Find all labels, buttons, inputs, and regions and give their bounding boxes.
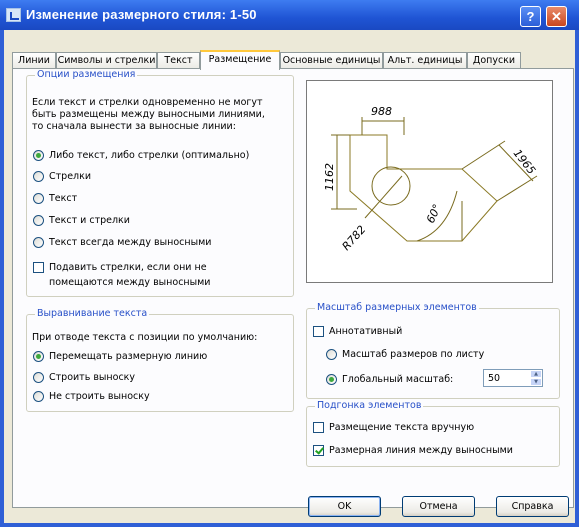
text-placement-subtitle: При отводе текста с позиции по умолчанию…: [32, 332, 258, 343]
text-placement-legend: Выравнивание текста: [35, 308, 150, 319]
window-title: Изменение размерного стиля: 1-50: [26, 7, 257, 22]
close-icon: ✕: [551, 9, 562, 24]
preview-drawing: 988 1162 1965 60° R782: [323, 105, 538, 253]
draw-dim-line-label: Размерная линия между выносными: [329, 445, 513, 456]
fit-description-line1: Если текст и стрелки одновременно не мог…: [32, 97, 263, 108]
fit-description-line3: то сначала вынести за выносные линии:: [32, 121, 236, 132]
label-without-leader: Не строить выноску: [49, 391, 150, 402]
radio-global-scale[interactable]: [326, 374, 337, 385]
spin-down-icon[interactable]: ▼: [530, 378, 542, 386]
fit-options-legend: Опции размещения: [35, 69, 138, 80]
radio-with-leader[interactable]: [33, 372, 44, 383]
title-bar[interactable]: Изменение размерного стиля: 1-50 ? ✕: [0, 0, 579, 30]
close-button[interactable]: ✕: [546, 6, 567, 27]
label-global-scale: Глобальный масштаб:: [342, 374, 454, 385]
dimension-preview: 988 1162 1965 60° R782: [306, 80, 553, 283]
label-scale-to-layout: Масштаб размеров по листу: [342, 349, 485, 360]
radio-without-leader[interactable]: [33, 391, 44, 402]
place-text-manually-label: Размещение текста вручную: [329, 422, 475, 433]
app-icon: [6, 8, 21, 22]
label-with-leader: Строить выноску: [49, 372, 136, 383]
global-scale-value[interactable]: 50: [488, 373, 500, 384]
draw-dim-line-checkbox[interactable]: [313, 445, 324, 456]
spin-up-icon[interactable]: ▲: [530, 370, 542, 378]
label-move-dim-line: Перемещать размерную линию: [49, 351, 208, 362]
scale-legend: Масштаб размерных элементов: [315, 302, 479, 313]
global-scale-spinner[interactable]: 50 ▲ ▼: [483, 369, 543, 387]
fine-tuning-group: Подгонка элементов: [306, 400, 560, 467]
fit-description-line2: быть размещены между выносными линиями,: [32, 109, 265, 120]
radio-scale-to-layout[interactable]: [326, 349, 337, 360]
dialog-window: Изменение размерного стиля: 1-50 ? ✕ Лин…: [0, 0, 579, 527]
cancel-button[interactable]: Отмена: [402, 496, 475, 517]
dim-top-label: 988: [371, 105, 392, 118]
place-text-manually-checkbox[interactable]: [313, 422, 324, 433]
tab-primary-units[interactable]: Основные единицы: [280, 52, 383, 68]
dialog-client: Линии Символы и стрелки Текст Размещение…: [4, 30, 575, 523]
tab-fit[interactable]: Размещение: [200, 50, 280, 70]
ok-button[interactable]: OK: [308, 496, 381, 517]
help-button[interactable]: Справка: [496, 496, 569, 517]
label-either-best-fit: Либо текст, либо стрелки (оптимально): [49, 150, 250, 161]
tab-text[interactable]: Текст: [157, 52, 200, 68]
radio-text[interactable]: [33, 193, 44, 204]
tab-tolerances[interactable]: Допуски: [467, 52, 521, 68]
question-icon: ?: [526, 9, 535, 24]
radius-label: R782: [340, 223, 369, 253]
radio-either-best-fit[interactable]: [33, 150, 44, 161]
label-text: Текст: [49, 193, 78, 204]
label-arrows: Стрелки: [49, 171, 92, 182]
tab-symbols-arrows[interactable]: Символы и стрелки: [56, 52, 157, 68]
suppress-arrows-checkbox[interactable]: [33, 262, 44, 273]
annotative-label: Аннотативный: [329, 326, 403, 337]
label-text-and-arrows: Текст и стрелки: [49, 215, 130, 226]
tab-alternate-units[interactable]: Альт. единицы: [383, 52, 467, 68]
suppress-arrows-label-line2: помещаются между выносными: [49, 277, 211, 288]
label-always-keep-text: Текст всегда между выносными: [49, 237, 212, 248]
angle-label: 60°: [424, 202, 444, 225]
tab-lines[interactable]: Линии: [12, 52, 56, 68]
fine-tuning-legend: Подгонка элементов: [315, 400, 424, 411]
annotative-checkbox[interactable]: [313, 326, 324, 337]
radio-arrows[interactable]: [33, 171, 44, 182]
dim-left-label: 1162: [323, 163, 336, 191]
help-title-button[interactable]: ?: [520, 6, 541, 27]
radio-move-dim-line[interactable]: [33, 351, 44, 362]
radio-text-and-arrows[interactable]: [33, 215, 44, 226]
suppress-arrows-label-line1: Подавить стрелки, если они не: [49, 262, 207, 273]
radio-always-keep-text[interactable]: [33, 237, 44, 248]
